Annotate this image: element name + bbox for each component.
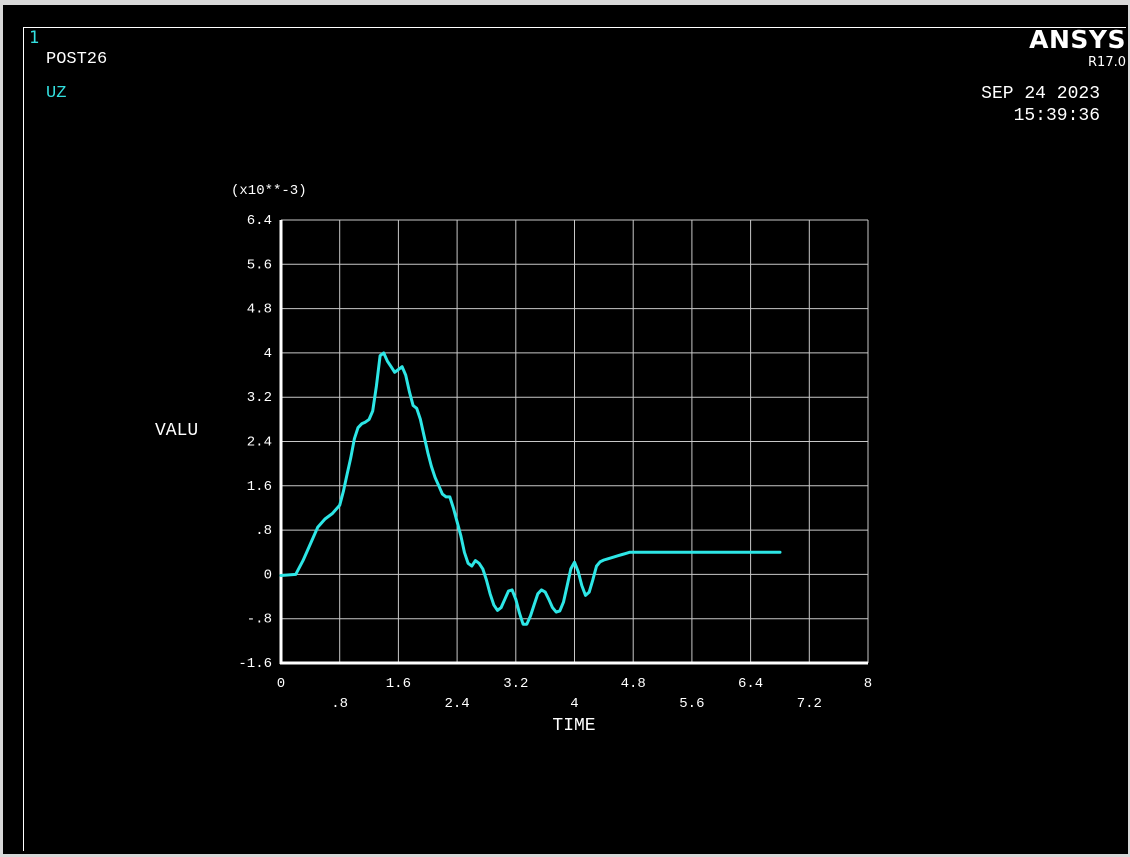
- x-tick-label: 8: [864, 676, 872, 692]
- y-axis-label: VALU: [155, 421, 198, 441]
- x-tick-label: 2.4: [444, 696, 469, 712]
- graphics-window: 1 POST26 UZ ANSYS R17.0 SEP 24 2023 15:3…: [0, 0, 1130, 857]
- x-tick-label: .8: [331, 696, 348, 712]
- x-axis-label: TIME: [552, 716, 595, 736]
- y-tick-label: 0: [264, 567, 272, 583]
- y-tick-label: 4: [264, 346, 272, 362]
- x-tick-label: 5.6: [679, 696, 704, 712]
- x-tick-label: 1.6: [386, 676, 411, 692]
- y-tick-label: 6.4: [247, 213, 272, 229]
- x-tick-label: 6.4: [738, 676, 763, 692]
- time-history-chart: -1.6 -.8 0 .8 1.6 2.4 3.2 4 4.8 5.6 6.4 0 .8 1.6 2.4 3.…: [155, 183, 872, 736]
- y-tick-label: .8: [255, 523, 272, 539]
- y-tick-label: -1.6: [238, 656, 272, 672]
- x-tick-label: 3.2: [503, 676, 528, 692]
- y-tick-label: 5.6: [247, 257, 272, 273]
- grid-layer: [281, 219, 869, 663]
- y-tick-label: 2.4: [247, 435, 272, 451]
- x-tick-label: 7.2: [797, 696, 822, 712]
- graphics-canvas: 1 POST26 UZ ANSYS R17.0 SEP 24 2023 15:3…: [3, 5, 1128, 854]
- y-tick-label: -.8: [247, 612, 272, 628]
- y-tick-label: 3.2: [247, 390, 272, 406]
- x-tick-label: 4: [570, 696, 578, 712]
- y-multiplier-label: (x10**-3): [231, 183, 307, 199]
- series-line-uz: [279, 351, 782, 626]
- y-tick-label: 1.6: [247, 479, 272, 495]
- x-tick-label: 0: [277, 676, 285, 692]
- tick-labels: -1.6 -.8 0 .8 1.6 2.4 3.2 4 4.8 5.6 6.4 0 .8 1.6 2.4 3.…: [238, 213, 872, 712]
- x-tick-label: 4.8: [621, 676, 646, 692]
- y-tick-label: 4.8: [247, 302, 272, 318]
- series-layer: [279, 351, 782, 626]
